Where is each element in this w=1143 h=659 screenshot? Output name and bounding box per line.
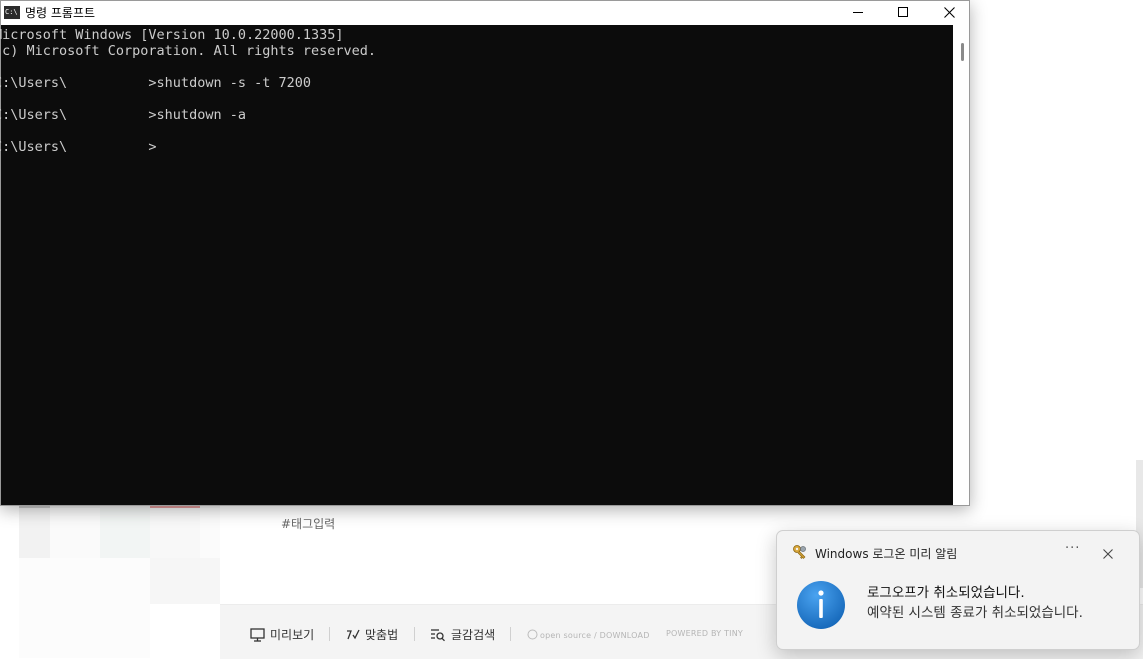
maximize-button[interactable]: [880, 1, 926, 23]
footer-divider: [414, 627, 415, 641]
maximize-icon: [898, 7, 908, 17]
cmd-titlebar[interactable]: C:\ 명령 프롬프트: [1, 1, 969, 25]
preview-label: 미리보기: [270, 628, 315, 642]
open-source-label: open source / DOWNLOAD: [540, 631, 650, 640]
spellcheck-button[interactable]: 맞춤법: [345, 626, 398, 643]
console-output[interactable]: Microsoft Windows [Version 10.0.22000.13…: [0, 25, 953, 505]
close-button[interactable]: [926, 1, 972, 23]
preview-button[interactable]: 미리보기: [250, 626, 314, 643]
console-line: C:\Users\ >shutdown -s -t 7200: [0, 75, 311, 91]
tag-input[interactable]: #태그입력: [281, 515, 335, 532]
close-icon: [943, 6, 955, 18]
console-line: (c) Microsoft Corporation. All rights re…: [0, 43, 377, 59]
toast-app-name: Windows 로그온 미리 알림: [815, 547, 958, 561]
scrollbar-thumb[interactable]: [961, 43, 964, 61]
cmd-icon: C:\: [4, 6, 20, 19]
console-scrollbar[interactable]: [953, 25, 969, 505]
cmd-window[interactable]: C:\ 명령 프롬프트 Microsoft Windows [Version 1…: [0, 0, 970, 506]
footer-divider: [510, 627, 511, 641]
powered-by-link[interactable]: POWERED BY TINY: [666, 629, 743, 638]
document-search-icon: [431, 628, 445, 641]
console-line: C:\Users\ >shutdown -a: [0, 107, 246, 123]
info-icon: [797, 581, 845, 629]
footer-divider: [329, 627, 330, 641]
toast-close-button[interactable]: [1103, 544, 1113, 563]
minimize-button[interactable]: [835, 1, 881, 23]
toast-body: 예약된 시스템 종료가 취소되었습니다.: [867, 605, 1083, 621]
content-search-label: 글감검색: [451, 628, 496, 642]
close-icon: [1103, 549, 1113, 559]
console-line: Microsoft Windows [Version 10.0.22000.13…: [0, 27, 344, 43]
spellcheck-icon: [347, 629, 360, 639]
content-search-button[interactable]: 글감검색: [430, 626, 495, 643]
keys-icon: [793, 545, 806, 559]
toast-title: 로그오프가 취소되었습니다.: [867, 585, 1025, 601]
spellcheck-label: 맞춤법: [365, 628, 399, 642]
monitor-icon: [250, 627, 265, 642]
minimize-icon: [853, 12, 863, 13]
cmd-title: 명령 프롬프트: [25, 6, 96, 20]
copyright-icon: [527, 629, 538, 640]
toast-notification[interactable]: Windows 로그온 미리 알림 ··· 로그오프가 취소되었습니다. 예약된…: [776, 530, 1140, 650]
console-line: C:\Users\ >: [0, 139, 157, 155]
more-options-button[interactable]: ···: [1065, 541, 1080, 556]
open-source-link[interactable]: open source / DOWNLOAD: [527, 629, 650, 640]
